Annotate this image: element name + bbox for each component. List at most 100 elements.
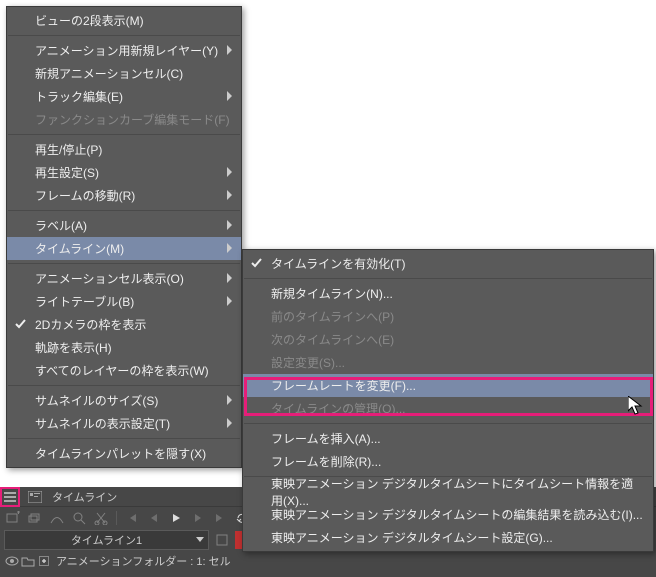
menu-item[interactable]: フレームレートを変更(F)... xyxy=(243,374,653,397)
add-layer-icon[interactable] xyxy=(26,509,44,527)
menu-item-label: フレームレートを変更(F)... xyxy=(271,377,416,394)
menu-item-label: 設定変更(S)... xyxy=(271,354,345,371)
menu-item[interactable]: 再生設定(S) xyxy=(7,161,241,184)
menu-item-label: ビューの2段表示(M) xyxy=(35,12,144,29)
menu-item-label: ラベル(A) xyxy=(35,217,87,234)
track-row[interactable]: アニメーションフォルダー : 1: セル xyxy=(0,551,656,571)
menu-item: ファンクションカーブ編集モード(F) xyxy=(7,108,241,131)
menu-item[interactable]: 東映アニメーション デジタルタイムシート設定(G)... xyxy=(243,526,653,549)
menu-item[interactable]: タイムラインパレットを隠す(X) xyxy=(7,442,241,465)
menu-item[interactable]: ビューの2段表示(M) xyxy=(7,9,241,32)
menu-item[interactable]: アニメーションセル表示(O) xyxy=(7,267,241,290)
menu-item-label: ファンクションカーブ編集モード(F) xyxy=(35,111,230,128)
menu-item-label: サムネイルの表示設定(T) xyxy=(35,415,170,432)
submenu-arrow-icon xyxy=(227,295,233,309)
submenu-arrow-icon xyxy=(227,394,233,408)
menu-item[interactable]: タイムライン(M) xyxy=(7,237,241,260)
menu-item-label: トラック編集(E) xyxy=(35,88,123,105)
menu-separator xyxy=(244,423,652,424)
menu-item-label: 新規アニメーションセル(C) xyxy=(35,65,183,82)
menu-item-label: タイムラインパレットを隠す(X) xyxy=(35,445,206,462)
menu-item: 前のタイムラインへ(P) xyxy=(243,305,653,328)
menu-item: 次のタイムラインへ(E) xyxy=(243,328,653,351)
menu-item[interactable]: タイムラインを有効化(T) xyxy=(243,252,653,275)
menu-item[interactable]: 東映アニメーション デジタルタイムシートにタイムシート情報を適用(X)... xyxy=(243,480,653,503)
menu-item-label: フレームを削除(R)... xyxy=(271,453,381,470)
menu-item[interactable]: トラック編集(E) xyxy=(7,85,241,108)
check-icon xyxy=(15,318,27,332)
timeline-settings-icon[interactable] xyxy=(213,531,231,549)
menu-item-label: 前のタイムラインへ(P) xyxy=(271,308,394,325)
menu-item: 設定変更(S)... xyxy=(243,351,653,374)
menu-item-label: 新規タイムライン(N)... xyxy=(271,285,393,302)
submenu-arrow-icon xyxy=(227,242,233,256)
menu-item[interactable]: サムネイルの表示設定(T) xyxy=(7,412,241,435)
menu-separator xyxy=(8,134,240,135)
menu-item: タイムラインの管理(O)... xyxy=(243,397,653,420)
panel-tab-label[interactable]: タイムライン xyxy=(44,487,125,507)
submenu-arrow-icon xyxy=(227,166,233,180)
menu-item[interactable]: ライトテーブル(B) xyxy=(7,290,241,313)
cut-icon[interactable] xyxy=(92,509,110,527)
menu-item[interactable]: フレームを削除(R)... xyxy=(243,450,653,473)
menu-item[interactable]: フレームの移動(R) xyxy=(7,184,241,207)
menu-separator xyxy=(8,438,240,439)
menu-item[interactable]: ラベル(A) xyxy=(7,214,241,237)
submenu-arrow-icon xyxy=(227,44,233,58)
menu-separator xyxy=(8,263,240,264)
folder-label: アニメーションフォルダー : 1: セル xyxy=(56,553,231,569)
menu-item-label: 東映アニメーション デジタルタイムシートの編集結果を読み込む(I)... xyxy=(271,506,643,523)
menu-item-label: フレームの移動(R) xyxy=(35,187,135,204)
submenu-arrow-icon xyxy=(227,417,233,431)
go-start-icon[interactable] xyxy=(123,509,141,527)
menu-separator xyxy=(8,35,240,36)
expand-icon[interactable] xyxy=(36,556,52,566)
chevron-down-icon xyxy=(196,534,204,546)
menu-item-label: アニメーションセル表示(O) xyxy=(35,270,184,287)
submenu-arrow-icon xyxy=(227,189,233,203)
folder-icon xyxy=(20,555,36,567)
menu-item[interactable]: 新規アニメーションセル(C) xyxy=(7,62,241,85)
context-submenu-timeline: タイムラインを有効化(T) 新規タイムライン(N)... 前のタイムラインへ(P) 次… xyxy=(242,249,654,552)
zoom-icon[interactable] xyxy=(70,509,88,527)
menu-item-label: 再生/停止(P) xyxy=(35,141,102,158)
menu-separator xyxy=(244,278,652,279)
menu-item[interactable]: 軌跡を表示(H) xyxy=(7,336,241,359)
menu-item[interactable]: アニメーション用新規レイヤー(Y) xyxy=(7,39,241,62)
add-clip-icon[interactable] xyxy=(4,509,22,527)
menu-item-label: 軌跡を表示(H) xyxy=(35,339,112,356)
curve-icon[interactable] xyxy=(48,509,66,527)
next-frame-icon[interactable] xyxy=(189,509,207,527)
check-icon xyxy=(251,257,263,271)
menu-item-label: サムネイルのサイズ(S) xyxy=(35,392,158,409)
menu-item-label: タイムラインの管理(O)... xyxy=(271,400,406,417)
menu-item-label: アニメーション用新規レイヤー(Y) xyxy=(35,42,218,59)
timeline-dropdown[interactable]: タイムライン1 xyxy=(4,530,209,550)
prev-frame-icon[interactable] xyxy=(145,509,163,527)
menu-item[interactable]: 2Dカメラの枠を表示 xyxy=(7,313,241,336)
menu-item[interactable]: フレームを挿入(A)... xyxy=(243,427,653,450)
menu-item-label: タイムライン(M) xyxy=(35,240,124,257)
menu-item-label: フレームを挿入(A)... xyxy=(271,430,381,447)
go-end-icon[interactable] xyxy=(211,509,229,527)
menu-separator xyxy=(8,385,240,386)
play-icon[interactable] xyxy=(167,509,185,527)
menu-item-label: 東映アニメーション デジタルタイムシート設定(G)... xyxy=(271,529,553,546)
context-menu-main: ビューの2段表示(M) アニメーション用新規レイヤー(Y) 新規アニメーションセル(… xyxy=(6,6,242,468)
submenu-arrow-icon xyxy=(227,272,233,286)
menu-item[interactable]: 東映アニメーション デジタルタイムシートの編集結果を読み込む(I)... xyxy=(243,503,653,526)
menu-item[interactable]: 新規タイムライン(N)... xyxy=(243,282,653,305)
menu-item-label: 再生設定(S) xyxy=(35,164,99,181)
menu-item-label: すべてのレイヤーの枠を表示(W) xyxy=(35,362,209,379)
menu-item[interactable]: すべてのレイヤーの枠を表示(W) xyxy=(7,359,241,382)
menu-item-label: 次のタイムラインへ(E) xyxy=(271,331,394,348)
menu-separator xyxy=(8,210,240,211)
visibility-icon[interactable] xyxy=(4,556,20,566)
submenu-arrow-icon xyxy=(227,219,233,233)
menu-item[interactable]: サムネイルのサイズ(S) xyxy=(7,389,241,412)
submenu-arrow-icon xyxy=(227,90,233,104)
menu-item-label: ライトテーブル(B) xyxy=(35,293,134,310)
panel-menu-button[interactable] xyxy=(0,487,20,507)
menu-item-label: タイムラインを有効化(T) xyxy=(271,255,405,272)
menu-item[interactable]: 再生/停止(P) xyxy=(7,138,241,161)
